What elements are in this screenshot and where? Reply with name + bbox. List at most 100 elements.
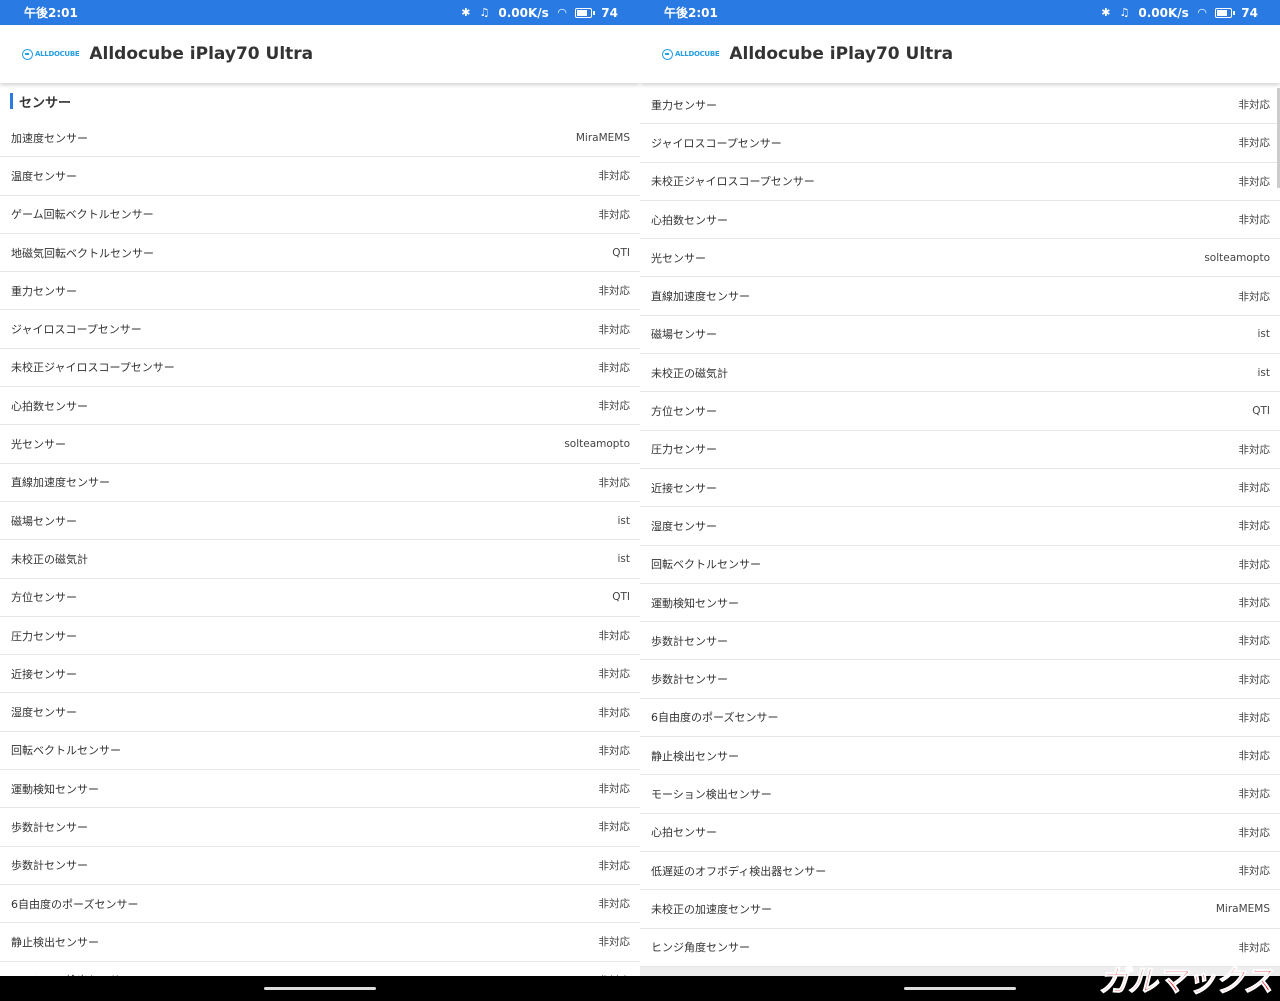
sensor-name: 温度センサー [11,169,77,183]
sensor-name: 未校正ジャイロスコープセンサー [11,361,175,375]
sensor-row[interactable]: 近接センサー 非対応 [0,655,640,694]
sensor-name: 直線加速度センサー [11,476,110,490]
sensor-name: ヒンジ角度センサー [651,941,750,955]
sensor-row[interactable]: 磁場センサー ist [640,316,1280,355]
sensor-row[interactable]: 運動検知センサー 非対応 [640,584,1280,623]
sensor-vendor: 非対応 [1238,99,1271,112]
home-gesture-handle[interactable] [904,987,1016,990]
battery-icon [575,7,596,18]
sensor-row[interactable]: 未校正の磁気計 ist [0,540,640,579]
sensor-name: 未校正ジャイロスコープセンサー [651,175,815,189]
sensor-row[interactable]: 圧力センサー 非対応 [0,617,640,656]
logo-icon [662,48,673,60]
sensor-name: 圧力センサー [651,443,717,457]
sensor-row[interactable]: 回転ベクトルセンサー 非対応 [0,732,640,771]
sensor-row[interactable]: 6自由度のポーズセンサー 非対応 [640,699,1280,738]
sensor-row[interactable]: 歩数計センサー 非対応 [640,660,1280,699]
sensor-name: ジャイロスコープセンサー [651,136,782,150]
sensor-row[interactable]: 未校正ジャイロスコープセンサー 非対応 [0,349,640,388]
sensor-row[interactable]: 静止検出センサー 非対応 [0,923,640,962]
sensor-vendor: 非対応 [1238,558,1271,571]
sensor-name: 未校正の加速度センサー [651,902,772,916]
sensor-vendor: 非対応 [598,630,631,642]
network-speed: 0.00K/s [1138,5,1189,20]
sensor-vendor: 非対応 [598,170,631,183]
sensor-name: 重力センサー [11,284,77,298]
bluetooth-icon: ✱ [461,6,471,19]
sensor-vendor: 非対応 [1238,443,1271,456]
sensor-row[interactable]: 未校正の加速度センサー MiraMEMS [640,890,1280,929]
sensor-row[interactable]: 地磁気回転ベクトルセンサー QTI [0,234,640,273]
sensor-name: 心拍数センサー [11,399,88,413]
sensor-row[interactable]: 運動検知センサー 非対応 [0,770,640,809]
sensor-row[interactable]: 圧力センサー 非対応 [640,431,1280,469]
sensor-vendor: QTI [612,246,630,259]
sensor-name: 磁場センサー [651,328,717,342]
sensor-row[interactable]: モーション検出センサー非対応 [640,775,1280,814]
sensor-row[interactable]: 未校正ジャイロスコープセンサー 非対応 [640,163,1280,201]
sensor-name: 磁場センサー [11,514,77,528]
sensor-name: 未校正の磁気計 [11,552,88,566]
sensor-vendor: ist [1257,366,1270,379]
sensor-row[interactable]: ジャイロスコープセンサー 非対応 [640,124,1280,163]
sensor-row[interactable]: 回転ベクトルセンサー 非対応 [640,546,1280,584]
sensor-row[interactable]: 光センサー solteamopto [640,239,1280,278]
sensor-vendor: ist [617,514,630,527]
home-gesture-handle[interactable] [264,987,376,990]
sensor-row[interactable]: 光センサー solteamopto [0,425,640,464]
sensor-list[interactable]: 重力センサー 非対応 ジャイロスコープセンサー 非対応 未校正ジャイロスコープセンサー非… [640,83,1280,976]
sensor-row[interactable]: 近接センサー 非対応 [640,469,1280,508]
sensor-list[interactable]: センサー 加速度センサー MiraMEMS 温度センサー 非対応 ゲーム回転ベクトルセン… [0,83,640,976]
app-bar: ALLDOCUBE Alldocube iPlay70 Ultra [0,25,640,83]
sensor-name: 歩数計センサー [651,634,728,648]
app-title: Alldocube iPlay70 Ultra [89,44,314,64]
sensor-row[interactable]: 歩数計センサー 非対応 [640,622,1280,661]
sensor-vendor: ist [1257,328,1270,341]
sensor-row[interactable]: 歩数計センサー 非対応 [0,808,640,847]
sensor-row[interactable]: 心拍センサー 非対応 [640,814,1280,852]
watermark-logo: ガルマックス [1098,964,1273,1000]
sensor-name: 6自由度のポーズセンサー [11,897,139,911]
sensor-row[interactable]: 重力センサー 非対応 [640,86,1280,125]
sensor-row[interactable]: 直線加速度センサー 非対応 [0,464,640,502]
wifi-icon: ◠ [557,6,567,19]
logo-icon [22,48,33,60]
sensor-row[interactable]: 心拍数センサー 非対応 [640,201,1280,240]
sensor-row[interactable]: 静止検出センサー 非対応 [640,737,1280,776]
sensor-row[interactable]: 湿度センサー 非対応 [640,507,1280,546]
sensor-row[interactable]: ゲーム回転ベクトルセンサー 非対応 [0,196,640,234]
sensor-row[interactable]: 重力センサー 非対応 [0,272,640,311]
sensor-row[interactable]: 直線加速度センサー 非対応 [640,277,1280,316]
sensor-name: 回転ベクトルセンサー [651,558,761,572]
sensor-vendor: 非対応 [598,208,631,221]
sensor-vendor: 非対応 [598,821,631,834]
sensor-row[interactable]: 心拍数センサー 非対応 [0,387,640,426]
sensor-row[interactable]: 6自由度のポーズセンサー 非対応 [0,885,640,924]
sensor-name: 回転ベクトルセンサー [11,744,121,758]
sensor-row[interactable]: ジャイロスコープセンサー 非対応 [0,310,640,349]
sensor-name: 心拍センサー [651,826,717,840]
sensor-row[interactable]: 未校正の磁気計 ist [640,354,1280,393]
sensor-vendor: 非対応 [1238,635,1271,648]
sensor-name: 静止検出センサー [11,935,99,949]
sensor-row[interactable]: 湿度センサー 非対応 [0,693,640,732]
sensor-row[interactable]: 方位センサー QTI [0,579,640,617]
sensor-row[interactable]: 温度センサー 非対応 [0,157,640,196]
sensor-row[interactable]: 加速度センサー MiraMEMS [0,119,640,158]
sensor-name: 6自由度のポーズセンサー [651,711,779,725]
app-title: Alldocube iPlay70 Ultra [729,44,954,64]
sensor-name: 近接センサー [11,667,77,681]
sensor-vendor: 非対応 [598,361,631,374]
sensor-row[interactable]: 歩数計センサー 非対応 [0,847,640,885]
sensor-row[interactable]: 低遅延のオフボディ検出器センサー 非対応 [640,852,1280,891]
sensor-name: 湿度センサー [11,706,77,720]
sensor-name: 直線加速度センサー [651,290,750,304]
sensor-vendor: 非対応 [598,859,631,872]
sensor-vendor: 非対応 [1238,520,1271,533]
sensor-row[interactable]: 磁場センサー ist [0,502,640,541]
sensor-row[interactable]: モーション検出センサー非対応 [0,962,640,976]
left-screen: 午後2:01 ✱ ♫ 0.00K/s ◠ 74 ALLDOCUBE Alldoc… [0,0,640,1001]
sensor-row[interactable]: 方位センサー QTI [640,392,1280,431]
sensor-vendor: 非対応 [598,936,631,949]
sensor-name: 湿度センサー [651,519,717,533]
